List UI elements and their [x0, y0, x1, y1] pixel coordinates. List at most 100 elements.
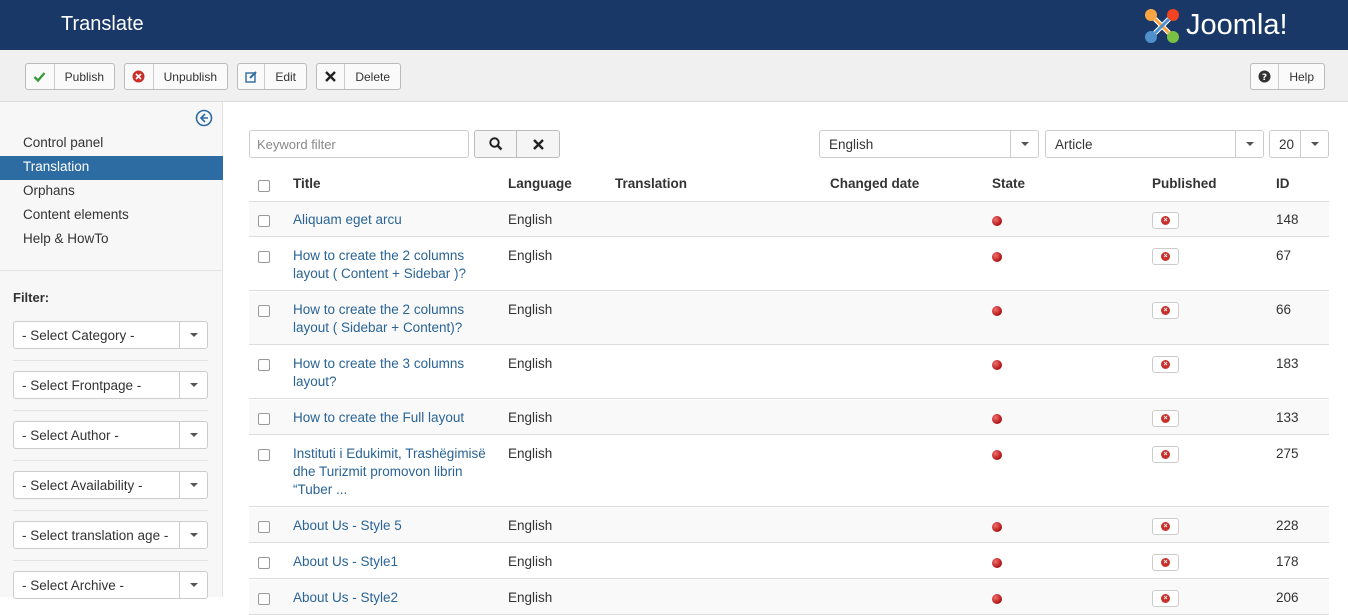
column-header-changed-date[interactable]: Changed date [830, 176, 919, 191]
table-row: How to create the 2 columns layout ( Side… [249, 292, 1329, 345]
state-unpublished-icon [992, 450, 1002, 460]
limit-select-value: 20 [1279, 137, 1295, 152]
publish-toggle-button[interactable]: × [1152, 446, 1179, 463]
select-archive[interactable]: - Select Archive - [13, 571, 208, 599]
unpublished-icon: × [1161, 252, 1170, 261]
language-select[interactable]: English [819, 130, 1039, 158]
content-type-select[interactable]: Article [1045, 130, 1264, 158]
publish-toggle-button[interactable]: × [1152, 590, 1179, 607]
limit-select[interactable]: 20 [1269, 130, 1329, 158]
table-row: How to create the Full layout English × 133 [249, 400, 1329, 435]
row-title-line: About Us - Style 5 [293, 518, 402, 533]
row-checkbox[interactable] [258, 251, 270, 263]
select-archive-value: - Select Archive - [22, 578, 125, 593]
row-title-link[interactable]: How to create the 2 columns layout ( Cont… [293, 247, 498, 283]
sidebar-item-translation[interactable]: Translation [0, 156, 223, 180]
row-checkbox[interactable] [258, 557, 270, 569]
row-title-link[interactable]: How to create the 2 columns layout ( Side… [293, 301, 498, 337]
column-header-published[interactable]: Published [1152, 176, 1217, 191]
chevron-down-icon [1300, 131, 1328, 157]
table-row: How to create the 3 columns layout? Englis… [249, 346, 1329, 399]
row-title-line: layout? [293, 374, 337, 389]
row-title-link[interactable]: How to create the Full layout [293, 409, 498, 427]
row-id: 206 [1276, 590, 1299, 605]
sidebar-item-control-panel[interactable]: Control panel [0, 132, 223, 156]
question-icon: ? [1258, 70, 1271, 83]
column-header-id[interactable]: ID [1276, 176, 1290, 191]
delete-icon [325, 71, 337, 82]
row-checkbox[interactable] [258, 359, 270, 371]
language-select-value: English [829, 137, 874, 152]
filter-divider [13, 460, 208, 461]
row-id: 133 [1276, 410, 1299, 425]
row-title-link[interactable]: About Us - Style2 [293, 589, 498, 607]
sidebar-item-help-howto[interactable]: Help & HowTo [0, 228, 223, 252]
clear-button[interactable] [516, 130, 560, 158]
publish-toggle-button[interactable]: × [1152, 554, 1179, 571]
column-header-language[interactable]: Language [508, 176, 572, 191]
sidebar-item-orphans[interactable]: Orphans [0, 180, 223, 204]
row-title-link[interactable]: Aliquam eget arcu [293, 211, 498, 229]
row-title-line: “Tuber ... [293, 482, 348, 497]
select-all-checkbox[interactable] [258, 180, 270, 192]
unpublished-icon: × [1161, 360, 1170, 369]
chevron-down-icon [1010, 131, 1038, 157]
row-id: 183 [1276, 356, 1299, 371]
row-title-line: About Us - Style1 [293, 554, 399, 569]
publish-toggle-button[interactable]: × [1152, 356, 1179, 373]
row-checkbox[interactable] [258, 215, 270, 227]
publish-button[interactable]: Publish [25, 63, 115, 90]
unpublish-label: Unpublish [163, 69, 217, 84]
joomla-logo[interactable]: Joomla! [1142, 6, 1332, 46]
select-translation-age[interactable]: - Select translation age - [13, 521, 208, 549]
chevron-down-icon [179, 472, 207, 498]
row-checkbox[interactable] [258, 413, 270, 425]
publish-toggle-button[interactable]: × [1152, 518, 1179, 535]
row-title-line: How to create the Full layout [293, 410, 465, 425]
help-button[interactable]: ? Help [1250, 63, 1325, 90]
row-checkbox[interactable] [258, 305, 270, 317]
state-unpublished-icon [992, 360, 1002, 370]
column-header-title[interactable]: Title [293, 176, 321, 191]
publish-label: Publish [64, 69, 104, 84]
row-title-link[interactable]: About Us - Style1 [293, 553, 498, 571]
chevron-down-icon [179, 572, 207, 598]
row-title-link[interactable]: How to create the 3 columns layout? [293, 355, 498, 391]
row-checkbox[interactable] [258, 593, 270, 605]
unpublished-icon: × [1161, 558, 1170, 567]
select-author[interactable]: - Select Author - [13, 421, 208, 449]
delete-button[interactable]: Delete [316, 63, 401, 90]
edit-button[interactable]: Edit [237, 63, 307, 90]
row-language: English [508, 518, 553, 533]
publish-toggle-button[interactable]: × [1152, 302, 1179, 319]
select-frontpage[interactable]: - Select Frontpage - [13, 371, 208, 399]
unpublished-icon: × [1161, 594, 1170, 603]
collapse-sidebar-icon[interactable] [195, 109, 213, 127]
search-button[interactable] [474, 130, 517, 158]
publish-toggle-button[interactable]: × [1152, 410, 1179, 427]
publish-toggle-button[interactable]: × [1152, 212, 1179, 229]
row-title-line: Instituti i Edukimit, Trashëgimisë [293, 446, 486, 461]
row-language: English [508, 356, 553, 371]
logo-text: Joomla! [1186, 9, 1288, 41]
select-availability-value: - Select Availability - [22, 478, 143, 493]
unpublished-icon: × [1161, 450, 1170, 459]
select-availability[interactable]: - Select Availability - [13, 471, 208, 499]
edit-label: Edit [275, 69, 296, 84]
column-header-translation[interactable]: Translation [615, 176, 687, 191]
chevron-down-icon [179, 322, 207, 348]
unpublish-button[interactable]: Unpublish [124, 63, 228, 90]
unpublished-icon: × [1161, 522, 1170, 531]
state-unpublished-icon [992, 594, 1002, 604]
row-checkbox[interactable] [258, 521, 270, 533]
column-header-state[interactable]: State [992, 176, 1025, 191]
row-title-link[interactable]: About Us - Style 5 [293, 517, 498, 535]
keyword-filter-input[interactable] [249, 130, 469, 158]
row-title-link[interactable]: Instituti i Edukimit, Trashëgimisë dhe Tu… [293, 445, 498, 499]
sidebar-item-content-elements[interactable]: Content elements [0, 204, 223, 228]
select-category[interactable]: - Select Category - [13, 321, 208, 349]
row-checkbox[interactable] [258, 449, 270, 461]
row-language: English [508, 590, 553, 605]
row-language: English [508, 302, 553, 317]
publish-toggle-button[interactable]: × [1152, 248, 1179, 265]
